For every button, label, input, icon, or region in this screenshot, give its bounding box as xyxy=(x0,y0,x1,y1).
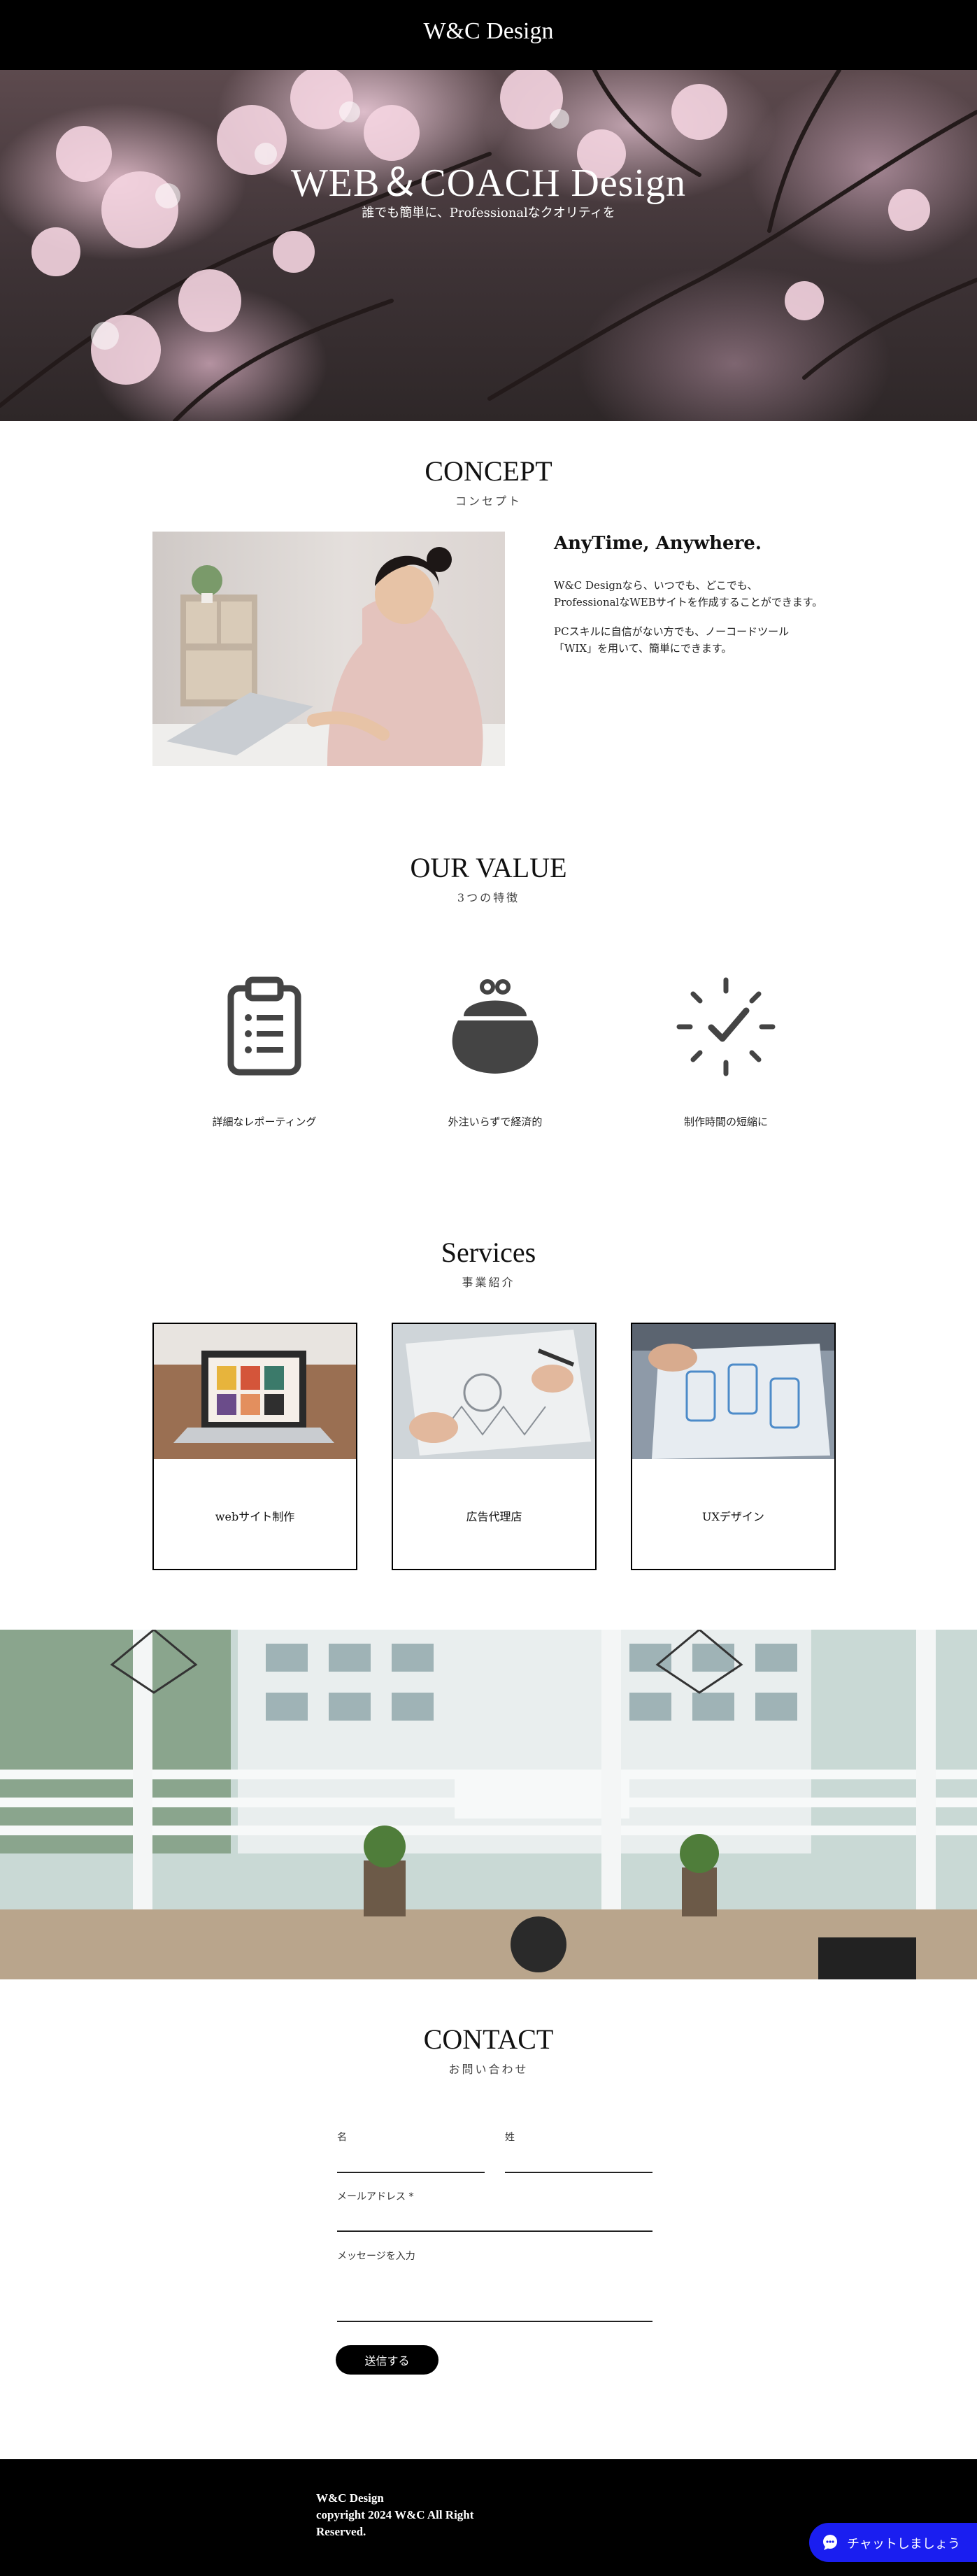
email-input[interactable] xyxy=(337,2230,652,2232)
service-card-advertising[interactable]: 広告代理店 xyxy=(392,1323,597,1570)
last-name-input[interactable] xyxy=(505,2172,652,2173)
submit-button[interactable]: 送信する xyxy=(336,2345,438,2375)
value-subtitle: 3つの特徴 xyxy=(457,891,520,904)
woman-laptop-photo xyxy=(152,532,505,766)
concept-paragraph-1-line-2: ProfessionalなWEBサイトを作成することができます。 xyxy=(554,596,823,609)
office-window-banner xyxy=(0,1630,977,1979)
service-label-web: webサイト制作 xyxy=(215,1510,295,1523)
value-title: OUR VALUE xyxy=(410,852,567,883)
contact-title: CONTACT xyxy=(423,2023,554,2055)
ux-wireframe-photo xyxy=(632,1324,834,1459)
services-title: Services xyxy=(441,1237,536,1268)
first-name-label: 名 xyxy=(337,2132,347,2143)
service-card-web[interactable]: webサイト制作 xyxy=(152,1323,357,1570)
concept-subtitle: コンセプト xyxy=(455,494,522,508)
hero-subtitle: 誰でも簡単に、Professionalなクオリティを xyxy=(362,206,615,220)
cherry-blossom-image xyxy=(0,70,977,421)
chat-bubble-icon xyxy=(823,2535,837,2550)
services-subtitle: 事業紹介 xyxy=(462,1276,515,1289)
footer-rights: Reserved. xyxy=(316,2525,366,2538)
concept-heading: AnyTime, Anywhere. xyxy=(554,533,762,554)
concept-paragraph-2-line-2: 「WIX」を用いて、簡単にできます。 xyxy=(554,642,732,655)
first-name-input[interactable] xyxy=(337,2172,485,2173)
service-card-ux[interactable]: UXデザイン xyxy=(631,1323,836,1570)
service-label-ux: UXデザイン xyxy=(702,1510,764,1523)
footer-brand: W&C Design xyxy=(316,2491,384,2505)
chat-label: チャットしましょう xyxy=(847,2537,960,2552)
value-label-reporting: 詳細なレポーティング xyxy=(212,1116,317,1128)
value-label-economical: 外注いらずで経済的 xyxy=(448,1116,543,1128)
footer-copyright: copyright 2024 W&C All Right xyxy=(316,2508,474,2521)
email-label: メールアドレス * xyxy=(337,2191,414,2203)
hero-banner xyxy=(0,70,977,421)
value-label-time-saving: 制作時間の短縮に xyxy=(683,1116,768,1128)
clock-check-icon xyxy=(673,974,778,1079)
hero-title: WEB＆COACH Design xyxy=(290,162,687,205)
site-logo[interactable]: W&C Design xyxy=(0,18,977,45)
contact-subtitle: お問い合わせ xyxy=(448,2063,529,2076)
chat-button[interactable]: チャットしましょう xyxy=(809,2523,977,2562)
sketch-design-photo xyxy=(393,1324,595,1459)
laptop-desk-photo xyxy=(154,1324,356,1459)
last-name-label: 姓 xyxy=(505,2132,515,2143)
clipboard-list-icon xyxy=(212,974,317,1079)
concept-title: CONCEPT xyxy=(425,455,552,487)
coin-purse-icon xyxy=(443,974,548,1079)
message-textarea[interactable] xyxy=(337,2321,652,2322)
concept-paragraph-1-line-1: W&C Designなら、いつでも、どこでも、 xyxy=(554,579,758,592)
concept-paragraph-2-line-1: PCスキルに自信がない方でも、ノーコードツール xyxy=(554,625,790,638)
message-label: メッセージを入力 xyxy=(337,2251,415,2262)
service-label-advertising: 広告代理店 xyxy=(466,1510,522,1523)
